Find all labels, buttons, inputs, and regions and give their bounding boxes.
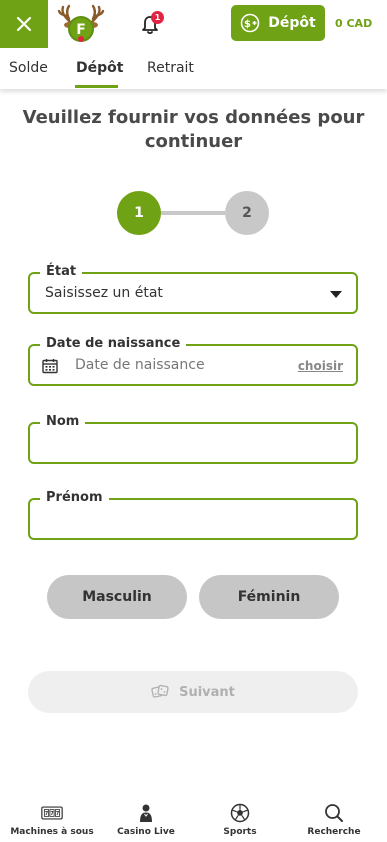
tab-retrait[interactable]: Retrait: [147, 60, 194, 76]
wallet-tabs: Solde Dépôt Retrait: [0, 48, 387, 89]
form-title: Veuillez fournir vos données pour contin…: [22, 107, 365, 152]
step-1-indicator: 1: [117, 191, 161, 235]
gender-female-button[interactable]: Féminin: [199, 575, 339, 619]
gender-male-button[interactable]: Masculin: [47, 575, 187, 619]
svg-text:F: F: [76, 22, 86, 38]
last-name-field[interactable]: Nom: [28, 413, 358, 464]
close-button[interactable]: [0, 0, 48, 48]
first-name-input[interactable]: [30, 500, 356, 538]
nav-label-slots: Machines à sous: [10, 827, 94, 837]
notification-badge: 1: [151, 11, 164, 24]
first-name-field[interactable]: Prénom: [28, 489, 358, 540]
nav-label-search: Recherche: [307, 827, 361, 837]
slot-machine-icon: 7 7 7: [41, 803, 63, 823]
top-header: F 1 $ Dépôt 0 CAD: [0, 0, 387, 48]
calendar-icon: [42, 359, 58, 374]
birthdate-placeholder: Date de naissance: [75, 357, 205, 373]
deposit-button[interactable]: $ Dépôt: [231, 5, 325, 41]
bottom-navigation: 7 7 7 Machines à sous Casino Live Sports: [0, 790, 387, 842]
dropdown-caret-icon: [330, 291, 342, 298]
deposit-button-label: Dépôt: [268, 15, 316, 31]
nav-label-casino-live: Casino Live: [117, 827, 175, 837]
brand-logo[interactable]: F: [57, 3, 105, 45]
reindeer-logo-icon: F: [57, 4, 105, 42]
active-tab-indicator: [75, 85, 118, 88]
state-label: État: [40, 263, 83, 281]
step-2-indicator: 2: [225, 191, 269, 235]
dice-icon: [151, 684, 169, 698]
next-button-label: Suivant: [179, 684, 235, 700]
svg-text:7: 7: [56, 811, 60, 817]
nav-item-casino-live[interactable]: Casino Live: [101, 803, 191, 837]
balance-amount: 0 CAD: [335, 17, 373, 30]
birthdate-field[interactable]: Date de naissance Date de naissance choi…: [28, 335, 358, 386]
nav-item-slots[interactable]: 7 7 7 Machines à sous: [7, 803, 97, 837]
step-connector: [161, 211, 225, 215]
tab-solde[interactable]: Solde: [9, 60, 48, 76]
nav-item-sports[interactable]: Sports: [195, 803, 285, 837]
state-select[interactable]: État Saisissez un état: [28, 263, 358, 314]
state-value: Saisissez un état: [45, 285, 163, 301]
soccer-ball-icon: [229, 803, 251, 823]
svg-text:$: $: [244, 19, 251, 30]
dealer-icon: [135, 803, 157, 823]
choose-date-link[interactable]: choisir: [298, 359, 343, 373]
svg-text:7: 7: [45, 811, 49, 817]
birthdate-label: Date de naissance: [40, 335, 187, 353]
search-icon: [323, 803, 345, 823]
close-icon: [16, 16, 32, 32]
svg-text:7: 7: [50, 811, 54, 817]
tab-depot[interactable]: Dépôt: [76, 60, 123, 76]
nav-item-search[interactable]: Recherche: [289, 803, 379, 837]
dollar-plus-icon: $: [240, 13, 260, 33]
last-name-input[interactable]: [30, 424, 356, 462]
next-button[interactable]: Suivant: [28, 671, 358, 713]
nav-label-sports: Sports: [223, 827, 257, 837]
